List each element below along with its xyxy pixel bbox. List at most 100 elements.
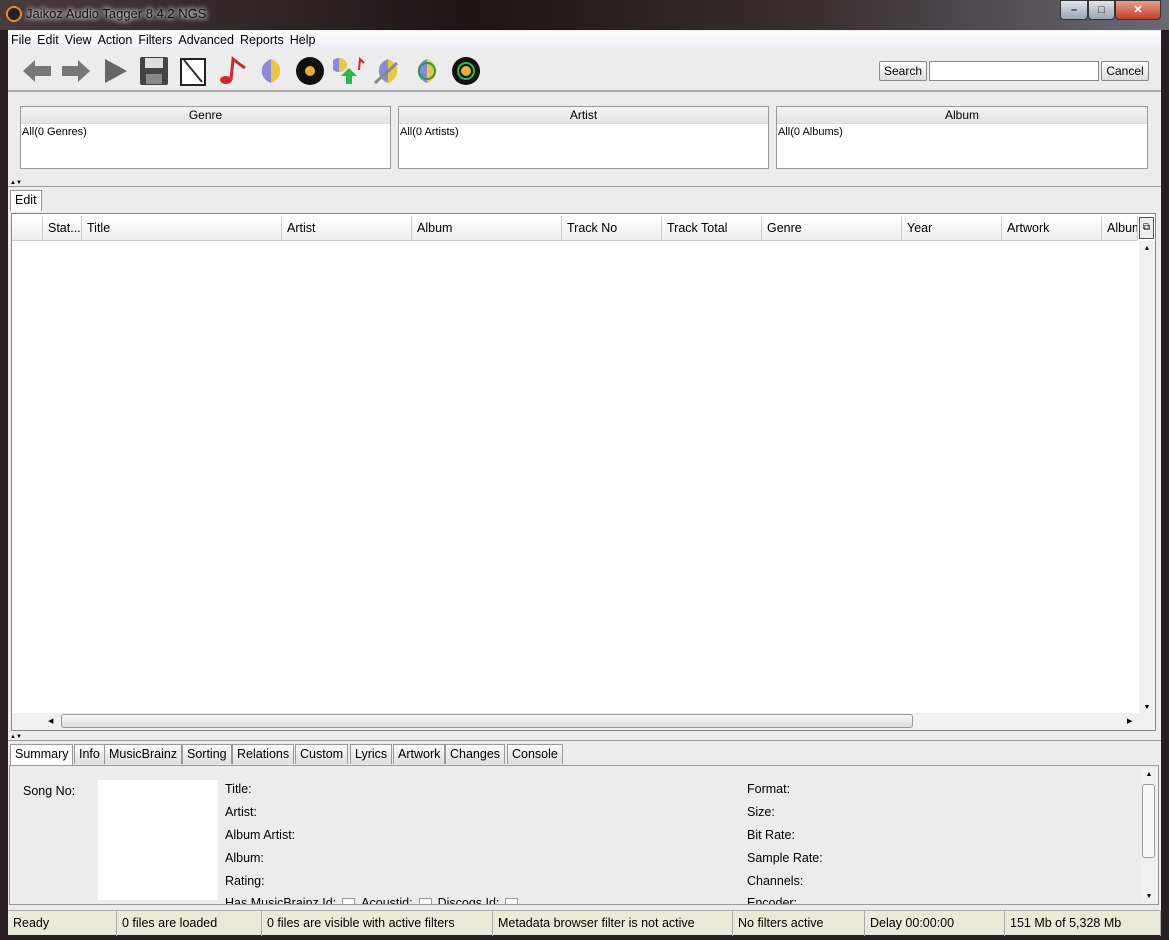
artist-item[interactable]: All(0 Artists) (399, 124, 768, 140)
tracks-table: Stat... Title Artist Album Track No Trac… (11, 213, 1156, 731)
tab-summary[interactable]: Summary (10, 744, 74, 765)
artist-header: Artist (399, 107, 768, 124)
id-checks: Has MusicBrainz Id: Acoustid: Discogs Id: (225, 896, 524, 905)
status-delay: Delay 00:00:00 (865, 911, 1005, 936)
summary-scrollbar[interactable]: ▲ ▼ (1141, 768, 1157, 902)
sample-rate-label: Sample Rate: (747, 851, 823, 865)
album-header: Album (777, 107, 1147, 124)
app-icon (6, 6, 22, 22)
column-album[interactable]: Album (412, 216, 562, 241)
vinyl-record-icon[interactable] (293, 55, 327, 87)
summary-panel: Song No: Title: Artist: Album Artist: Al… (9, 765, 1159, 905)
column-status[interactable]: Stat... (43, 216, 82, 241)
column-year[interactable]: Year (902, 216, 1002, 241)
close-button[interactable]: ✕ (1115, 0, 1161, 20)
brain-cycle-icon[interactable] (410, 55, 444, 87)
musicbrainz-id-label: Has MusicBrainz Id: (225, 896, 337, 905)
artist-browser: Artist All(0 Artists) (398, 106, 769, 169)
channels-label: Channels: (747, 874, 804, 888)
status-filters: No filters active (733, 911, 865, 936)
vertical-scrollbar[interactable]: ▲ ▼ (1139, 241, 1155, 713)
acoustid-label: Acoustid: (361, 896, 413, 905)
main-window: File Edit View Action Filters Advanced Reports… (8, 30, 1161, 936)
discogs-id-label: Discogs Id: (437, 896, 500, 905)
acoustid-checkbox[interactable] (418, 897, 432, 904)
music-note-icon[interactable] (215, 55, 249, 87)
menu-help[interactable]: Help (287, 31, 319, 49)
search-button[interactable]: Search (879, 61, 927, 81)
toolbar: Search Cancel (8, 50, 1161, 92)
status-memory: 151 Mb of 5,328 Mb (1005, 911, 1161, 936)
format-label: Format: (747, 782, 791, 796)
tab-lyrics[interactable]: Lyrics (350, 744, 393, 764)
album-artist-label: Album Artist: (225, 828, 296, 842)
menu-edit[interactable]: Edit (34, 31, 62, 49)
musicbrainz-id-checkbox[interactable] (342, 897, 356, 904)
back-arrow-icon[interactable] (20, 55, 54, 87)
rating-label: Rating: (225, 874, 265, 888)
save-icon[interactable] (137, 55, 171, 87)
discogs-id-checkbox[interactable] (505, 897, 519, 904)
menu-file[interactable]: File (8, 31, 34, 49)
horizontal-scrollbar[interactable]: ◀ ▶ (12, 713, 1155, 730)
cancel-button[interactable]: Cancel (1101, 61, 1149, 81)
column-track-no[interactable]: Track No (562, 216, 662, 241)
tab-relations[interactable]: Relations (232, 744, 295, 764)
genre-header: Genre (21, 107, 390, 124)
status-bar: Ready 0 files are loaded 0 files are vis… (8, 910, 1161, 936)
maximize-button[interactable]: □ (1088, 0, 1115, 20)
song-no-label: Song No: (23, 784, 76, 798)
clipboard-icon[interactable] (176, 55, 210, 87)
title-label: Title: (225, 782, 252, 796)
column-artwork[interactable]: Artwork (1002, 216, 1102, 241)
tab-info[interactable]: Info (74, 744, 105, 764)
status-metadata-filter: Metadata browser filter is not active (493, 911, 733, 936)
encoder-label: Encoder: (747, 896, 798, 905)
column-track-total[interactable]: Track Total (662, 216, 762, 241)
column-row-number[interactable] (12, 216, 43, 241)
artist-label: Artist: (225, 805, 257, 819)
tab-edit[interactable]: Edit (10, 190, 42, 211)
tab-custom[interactable]: Custom (295, 744, 349, 764)
menu-filters[interactable]: Filters (135, 31, 175, 49)
status-files-loaded: 0 files are loaded (117, 911, 262, 936)
column-chooser-icon[interactable]: ⧉ (1139, 217, 1154, 239)
splitter-top[interactable]: ▲▼ (8, 180, 1161, 187)
column-artist[interactable]: Artist (282, 216, 412, 241)
summary-scroll-thumb[interactable] (1142, 784, 1155, 858)
brain-wrench-icon[interactable] (371, 55, 405, 87)
vinyl-cycle-icon[interactable] (449, 55, 483, 87)
menu-reports[interactable]: Reports (237, 31, 287, 49)
size-label: Size: (747, 805, 775, 819)
tab-console[interactable]: Console (507, 744, 563, 764)
artwork-preview (98, 780, 218, 900)
brain-icon[interactable] (254, 55, 288, 87)
menu-action[interactable]: Action (95, 31, 136, 49)
search-input[interactable] (929, 61, 1099, 81)
horizontal-scroll-thumb[interactable] (61, 714, 913, 728)
column-album-artist[interactable]: Album (1102, 216, 1138, 241)
tab-musicbrainz[interactable]: MusicBrainz (104, 744, 183, 764)
column-genre[interactable]: Genre (762, 216, 902, 241)
play-icon[interactable] (98, 55, 132, 87)
window-title: Jaikoz Audio Tagger 8.4.2 NGS (26, 6, 207, 21)
album-browser: Album All(0 Albums) (776, 106, 1148, 169)
tab-artwork[interactable]: Artwork (393, 744, 446, 764)
tab-sorting[interactable]: Sorting (182, 744, 232, 764)
forward-arrow-icon[interactable] (59, 55, 93, 87)
upload-tags-icon[interactable] (332, 55, 366, 87)
album-item[interactable]: All(0 Albums) (777, 124, 1147, 140)
tab-changes[interactable]: Changes (445, 744, 506, 764)
status-files-visible: 0 files are visible with active filters (262, 911, 493, 936)
minimize-button[interactable]: – (1060, 0, 1088, 20)
status-ready: Ready (8, 911, 117, 936)
album-label: Album: (225, 851, 264, 865)
title-bar: Jaikoz Audio Tagger 8.4.2 NGS – □ ✕ (0, 0, 1169, 30)
menu-advanced[interactable]: Advanced (175, 31, 237, 49)
menu-bar: File Edit View Action Filters Advanced Reports… (8, 31, 1161, 50)
splitter-bottom[interactable]: ▲▼ (8, 734, 1161, 741)
menu-view[interactable]: View (62, 31, 95, 49)
genre-browser: Genre All(0 Genres) (20, 106, 391, 169)
column-title[interactable]: Title (82, 216, 282, 241)
genre-item[interactable]: All(0 Genres) (21, 124, 390, 140)
